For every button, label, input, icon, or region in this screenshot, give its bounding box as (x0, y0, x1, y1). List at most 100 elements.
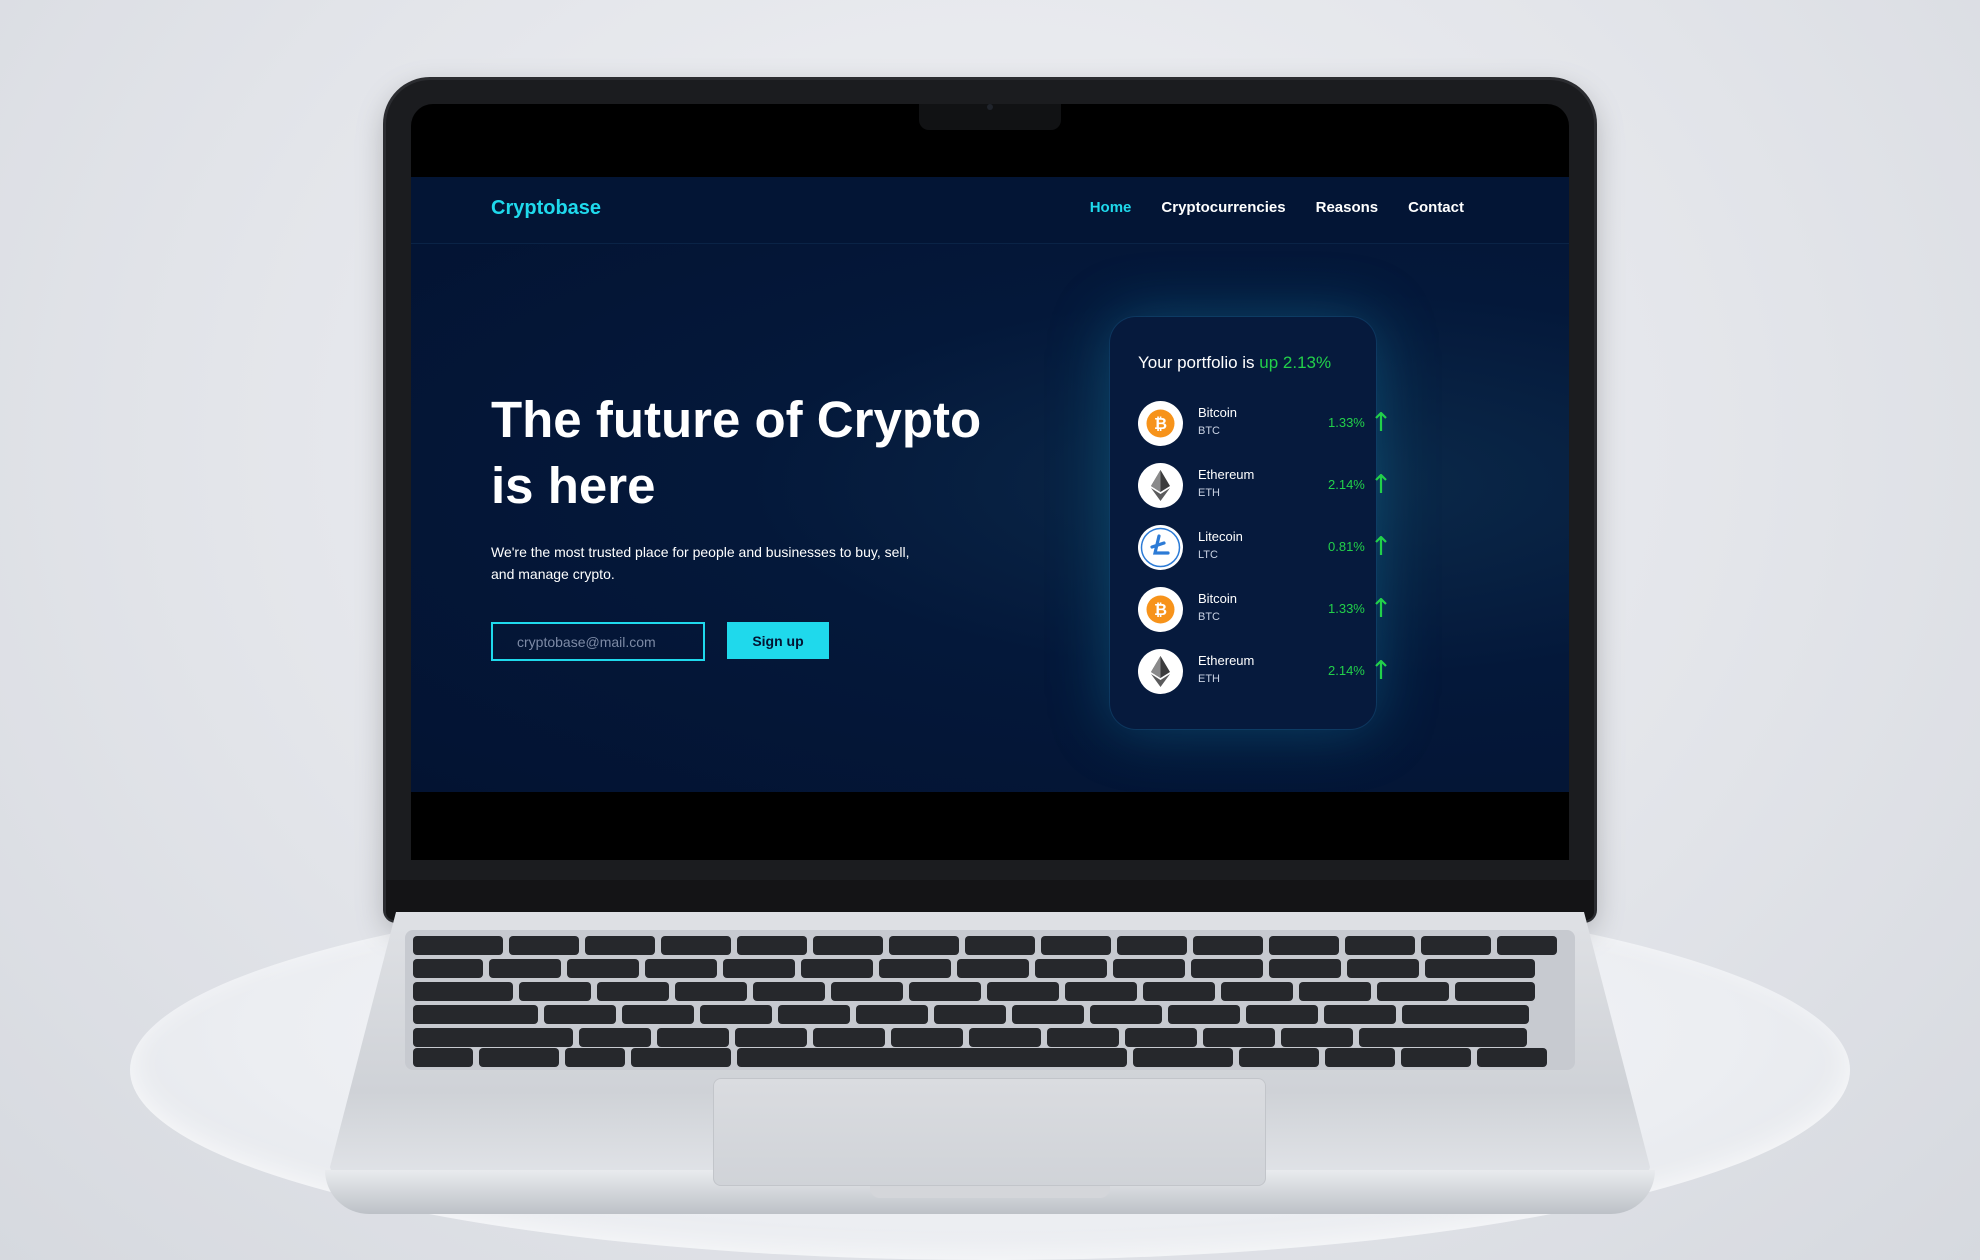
key (965, 936, 1035, 955)
key (831, 982, 903, 1001)
website: Cryptobase Home Cryptocurrencies Reasons… (411, 177, 1569, 792)
email-input[interactable] (491, 622, 705, 661)
key (909, 982, 981, 1001)
ethereum-icon (1138, 649, 1183, 694)
key (778, 1005, 850, 1024)
coin-symbol: ETH (1198, 673, 1220, 685)
signup-button[interactable]: Sign up (727, 622, 829, 659)
ethereum-icon (1138, 463, 1183, 508)
portfolio-title-prefix: Your portfolio is (1138, 353, 1255, 372)
coin-change: 1.33% (1328, 415, 1365, 430)
arrow-up-icon (1375, 598, 1387, 617)
key (585, 936, 655, 955)
hero-title-line1: The future of Crypto (491, 391, 982, 448)
key (1117, 936, 1187, 955)
key (413, 1005, 538, 1024)
key (519, 982, 591, 1001)
key (1269, 936, 1339, 955)
key (1143, 982, 1215, 1001)
arrow-up-icon (1375, 536, 1387, 555)
key (1269, 959, 1341, 978)
portfolio-card: Your portfolio is up 2.13% ₿ Bitcoin BTC… (1110, 317, 1387, 729)
key (657, 1028, 729, 1047)
keyboard-row (413, 959, 1535, 978)
key (1359, 1028, 1527, 1047)
key (1347, 959, 1419, 978)
key (891, 1028, 963, 1047)
key (753, 982, 825, 1001)
key (479, 1048, 559, 1067)
coin-change: 2.14% (1328, 477, 1365, 492)
arrow-up-icon (1375, 412, 1387, 431)
keyboard-row (413, 936, 1557, 955)
key (889, 936, 959, 955)
key (723, 959, 795, 978)
hero-title: The future of Crypto is here (491, 387, 1011, 519)
coin-row[interactable]: Litecoin LTC 0.81% (1138, 525, 1387, 575)
arrow-up-icon (1375, 474, 1387, 493)
trackpad (713, 1078, 1266, 1186)
hero-subtitle: We're the most trusted place for people … (491, 541, 981, 585)
litecoin-icon (1138, 525, 1183, 570)
hero-title-line2: is here (491, 457, 656, 514)
key (1455, 982, 1535, 1001)
key (413, 1048, 473, 1067)
key (813, 1028, 885, 1047)
coin-name: Ethereum (1198, 653, 1255, 668)
key (1477, 1048, 1547, 1067)
key (597, 982, 669, 1001)
svg-text:₿: ₿ (1154, 415, 1167, 433)
keyboard-row (413, 1028, 1527, 1047)
coin-row[interactable]: ₿ Bitcoin BTC 1.33% (1138, 587, 1387, 637)
keyboard-row (413, 1048, 1547, 1067)
key (801, 959, 873, 978)
key (957, 959, 1029, 978)
navbar: Cryptobase Home Cryptocurrencies Reasons… (411, 177, 1569, 244)
nav-links: Home Cryptocurrencies Reasons Contact (1090, 199, 1464, 216)
coin-change: 2.14% (1328, 663, 1365, 678)
keyboard (405, 930, 1575, 1070)
svg-text:₿: ₿ (1154, 601, 1167, 619)
coin-row[interactable]: Ethereum ETH 2.14% (1138, 463, 1387, 513)
key (413, 982, 513, 1001)
key (413, 936, 503, 955)
key (1047, 1028, 1119, 1047)
key (413, 1028, 573, 1047)
coin-change: 0.81% (1328, 539, 1365, 554)
key (1377, 982, 1449, 1001)
key (565, 1048, 625, 1067)
keyboard-row (413, 1005, 1529, 1024)
key (813, 936, 883, 955)
key (1041, 936, 1111, 955)
bitcoin-icon: ₿ (1138, 587, 1183, 632)
key (1133, 1048, 1233, 1067)
coin-change: 1.33% (1328, 601, 1365, 616)
coin-row[interactable]: ₿ Bitcoin BTC 1.33% (1138, 401, 1387, 451)
nav-home[interactable]: Home (1090, 199, 1132, 216)
coin-symbol: LTC (1198, 549, 1218, 561)
key (987, 982, 1059, 1001)
key (737, 1048, 1127, 1067)
key (879, 959, 951, 978)
key (544, 1005, 616, 1024)
key (737, 936, 807, 955)
coin-row[interactable]: Ethereum ETH 2.14% (1138, 649, 1387, 699)
key (622, 1005, 694, 1024)
site-logo[interactable]: Cryptobase (491, 197, 601, 220)
key (1421, 936, 1491, 955)
key (675, 982, 747, 1001)
hero-subtitle-line1: We're the most trusted place for people … (491, 544, 910, 560)
key (631, 1048, 731, 1067)
key (1281, 1028, 1353, 1047)
key (1246, 1005, 1318, 1024)
nav-reasons[interactable]: Reasons (1316, 199, 1379, 216)
screen-bottom-area (411, 792, 1569, 860)
key (934, 1005, 1006, 1024)
bitcoin-icon: ₿ (1138, 401, 1183, 446)
webcam-icon (987, 104, 993, 110)
coin-name: Ethereum (1198, 467, 1255, 482)
nav-cryptocurrencies[interactable]: Cryptocurrencies (1161, 199, 1285, 216)
key (856, 1005, 928, 1024)
nav-contact[interactable]: Contact (1408, 199, 1464, 216)
coin-symbol: BTC (1198, 611, 1220, 623)
